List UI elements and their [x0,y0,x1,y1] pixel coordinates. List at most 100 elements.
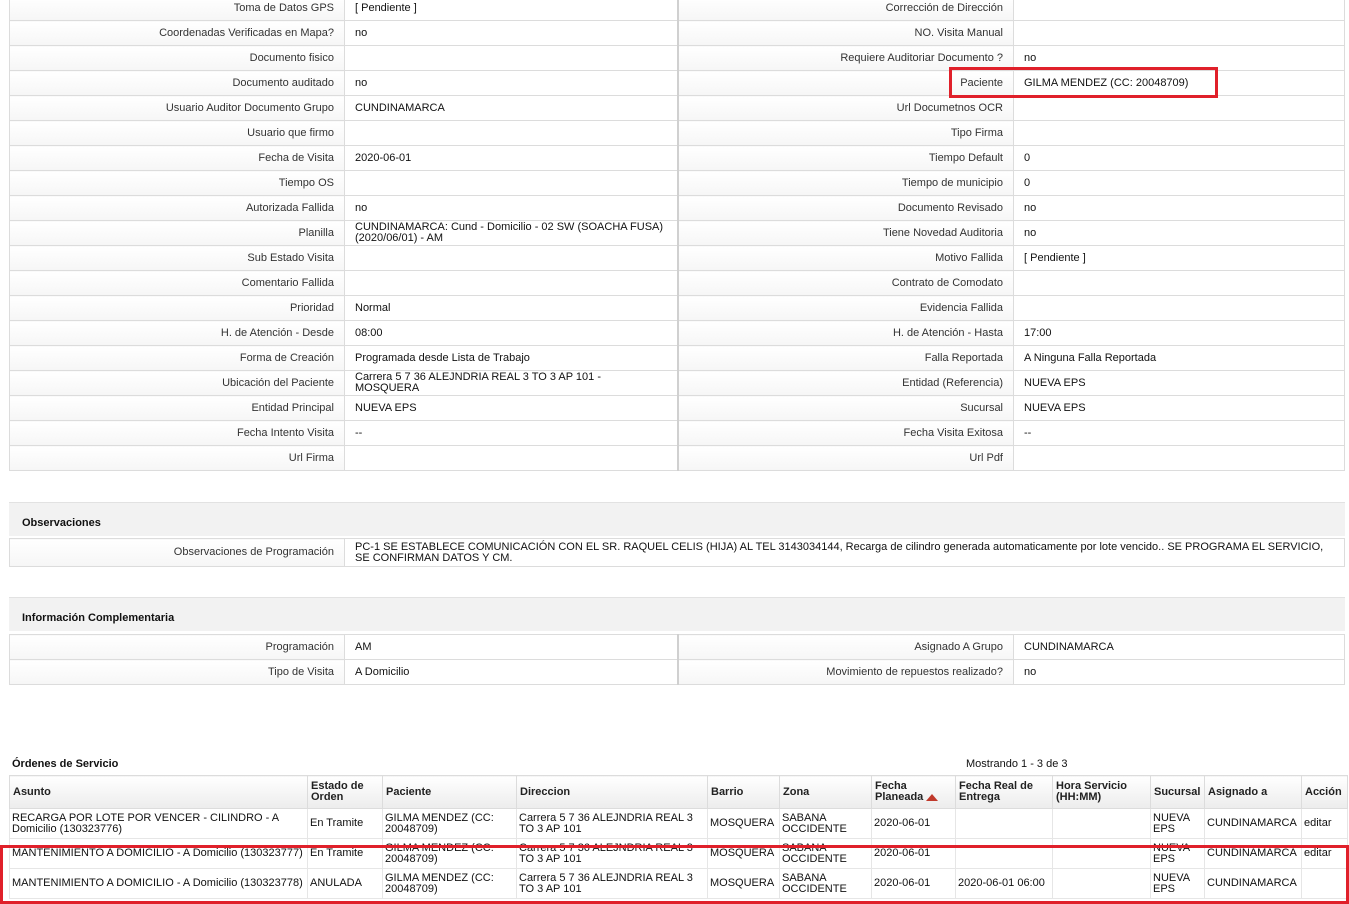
detail-value: CUNDINAMARCA [344,95,679,121]
orders-column-header[interactable]: Acción [1301,775,1348,809]
info-value: CUNDINAMARCA [1013,634,1345,660]
orders-cell: En Tramite [307,808,383,839]
detail-row: Comentario Fallida Contrato de Comodato [9,270,1345,296]
detail-row: Documento fisico Requiere Auditoriar Docu… [9,45,1345,71]
observaciones-header: Observaciones [9,502,1345,536]
orders-column-header[interactable]: Fecha Real de Entrega [955,775,1053,809]
sort-ascending-icon [926,793,939,801]
orders-column-header[interactable]: Estado de Orden [307,775,383,809]
detail-value: -- [344,420,679,446]
orders-column-label: Barrio [711,785,744,798]
detail-value: 08:00 [344,320,679,346]
detail-label: Ubicación del Paciente [9,370,345,396]
detail-label: Usuario Auditor Documento Grupo [9,95,345,121]
detail-label: Motivo Fallida [677,245,1014,271]
table-row[interactable]: MANTENIMIENTO A DOMICILIO - A Domicilio … [9,838,1348,869]
detail-value: no [344,195,679,221]
table-row[interactable]: RECARGA POR LOTE POR VENCER - CILINDRO -… [9,808,1348,839]
orders-cell: GILMA MENDEZ (CC: 20048709) [382,868,517,899]
orders-column-header[interactable]: Sucursal [1150,775,1205,809]
orders-column-label: Paciente [386,785,432,798]
orders-cell: SABANA OCCIDENTE [779,808,872,839]
orders-cell: Carrera 5 7 36 ALEJNDRIA REAL 3 TO 3 AP … [516,868,708,899]
detail-value: [ Pendiente ] [1013,245,1345,271]
detail-value: 0 [1013,170,1345,196]
detail-value [1013,0,1345,21]
orders-cell: MANTENIMIENTO A DOMICILIO - A Domicilio … [9,838,308,869]
detail-row: Usuario Auditor Documento Grupo CUNDINAMA… [9,95,1345,121]
orders-cell: CUNDINAMARCA [1204,868,1302,899]
detail-label: Tipo Firma [677,120,1014,146]
detail-label: Fecha de Visita [9,145,345,171]
orders-column-label: Estado de Orden [311,780,364,803]
orders-cell: 2020-06-01 [871,868,956,899]
detail-row: Toma de Datos GPS[ Pendiente ] Corrección… [9,0,1345,21]
detail-label: Usuario que firmo [9,120,345,146]
detail-label: Tiene Novedad Auditoria [677,220,1014,246]
detail-label: Entidad Principal [9,395,345,421]
orders-cell: SABANA OCCIDENTE [779,868,872,899]
orders-cell: En Tramite [307,838,383,869]
orders-column-header[interactable]: Asunto [9,775,308,809]
orders-table: Asunto Estado de Orden Paciente Direccion Ba… [9,775,1348,899]
detail-value: no [344,70,679,96]
orders-column-header[interactable]: Fecha Planeada [871,775,956,809]
orders-cell [1052,868,1151,899]
detail-row: Documento auditado no Paciente GILMA MENDEZ… [9,70,1345,96]
detail-label: Falla Reportada [677,345,1014,371]
info-label: Movimiento de repuestos realizado? [677,659,1014,685]
orders-column-header[interactable]: Asignado a [1204,775,1302,809]
detail-label: Entidad (Referencia) [677,370,1014,396]
detail-label: Url Documetnos OCR [677,95,1014,121]
detail-label: Prioridad [9,295,345,321]
detail-value: A Ninguna Falla Reportada [1013,345,1345,371]
orders-column-header[interactable]: Direccion [516,775,708,809]
orders-cell: Carrera 5 7 36 ALEJNDRIA REAL 3 TO 3 AP … [516,808,708,839]
detail-value [1013,445,1345,471]
detail-value [344,245,679,271]
edit-link[interactable]: editar [1301,838,1348,869]
info-label: Programación [9,634,345,660]
detail-value [344,120,679,146]
detail-value: no [1013,45,1345,71]
orders-cell: ANULADA [307,868,383,899]
orders-column-label: Asunto [13,785,51,798]
info-row: Tipo de Visita A Domicilio Movimiento de r… [9,659,1345,685]
orders-column-header[interactable]: Hora Servicio (HH:MM) [1052,775,1151,809]
info-label: Asignado A Grupo [677,634,1014,660]
info-value: A Domicilio [344,659,679,685]
info-row: Programación AM Asignado A Grupo CUNDINAMAR… [9,634,1345,660]
detail-value [344,170,679,196]
detail-value: [ Pendiente ] [344,0,679,21]
detail-row: Prioridad Normal Evidencia Fallida [9,295,1345,321]
orders-cell: 2020-06-01 [871,838,956,869]
edit-link[interactable]: editar [1301,808,1348,839]
orders-column-header[interactable]: Zona [779,775,872,809]
orders-cell: 2020-06-01 06:00 [955,868,1053,899]
info-value: AM [344,634,679,660]
detail-row: Tiempo OS Tiempo de municipio 0 [9,170,1345,196]
detail-value: NUEVA EPS [1013,370,1345,396]
table-row[interactable]: MANTENIMIENTO A DOMICILIO - A Domicilio … [9,868,1348,899]
detail-row: Fecha de Visita 2020-06-01 Tiempo Default 0 [9,145,1345,171]
orders-column-label: Fecha Real de Entrega [959,780,1033,803]
orders-cell: MOSQUERA [707,838,780,869]
detail-label: Evidencia Fallida [677,295,1014,321]
orders-column-header[interactable]: Barrio [707,775,780,809]
orders-column-label: Direccion [520,785,571,798]
detail-label: Documento auditado [9,70,345,96]
detail-row: Url Firma Url Pdf [9,445,1345,471]
detail-label: Url Firma [9,445,345,471]
detail-row: Planilla CUNDINAMARCA: Cund - Domicilio -… [9,220,1345,246]
detail-label: H. de Atención - Hasta [677,320,1014,346]
orders-column-label: Asignado a [1208,785,1268,798]
detail-value: -- [1013,420,1345,446]
orders-column-header[interactable]: Paciente [382,775,517,809]
detail-label: Documento fisico [9,45,345,71]
detail-label: Requiere Auditoriar Documento ? [677,45,1014,71]
detail-row: H. de Atención - Desde 08:00 H. de Atenció… [9,320,1345,346]
edit-link [1301,868,1348,899]
detail-label: Toma de Datos GPS [9,0,345,21]
detail-row: Sub Estado Visita Motivo Fallida[ Pendien… [9,245,1345,271]
detail-label: Planilla [9,220,345,246]
